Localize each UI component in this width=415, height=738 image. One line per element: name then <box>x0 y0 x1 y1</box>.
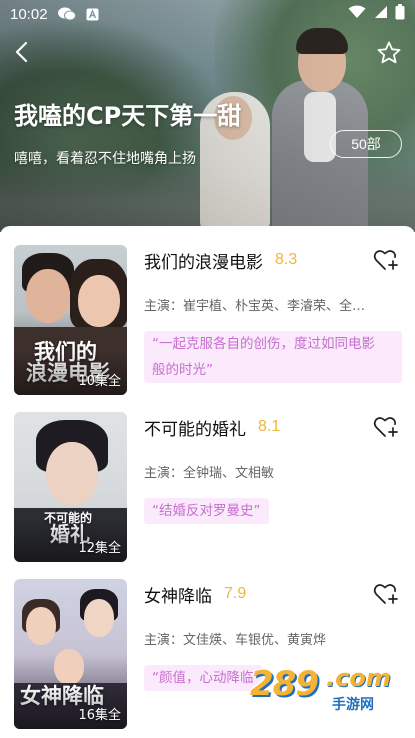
rating: 7.9 <box>224 585 247 602</box>
add-favorite-button[interactable] <box>371 412 401 442</box>
status-time: 10:02 <box>10 5 48 23</box>
wifi-icon <box>348 5 366 23</box>
add-favorite-button[interactable] <box>371 579 401 609</box>
back-button[interactable] <box>8 38 36 66</box>
chat-bubble-icon <box>57 7 76 21</box>
poster-image[interactable]: 不可能的 婚礼 12集全 <box>14 412 127 562</box>
heart-plus-icon <box>373 250 398 270</box>
rating: 8.1 <box>258 418 281 435</box>
page-subtitle: 嘻嘻，看着忍不住地嘴角上扬 <box>14 151 196 167</box>
quote-line: “结婚反对罗曼史” <box>152 503 261 519</box>
quote-line: “一起克服各自的创伤，度过如同电影 <box>152 336 375 352</box>
chevron-left-icon <box>15 41 28 63</box>
star-icon <box>377 41 401 64</box>
poster-face <box>46 442 98 506</box>
title-row: 不可能的婚礼 8.1 <box>144 412 402 442</box>
rating: 8.3 <box>275 251 298 268</box>
page-title: 我嗑的CP天下第一甜 <box>14 102 242 130</box>
app-a-icon <box>86 8 99 21</box>
quote-box: “一起克服各自的创伤，度过如同电影 般的时光” <box>144 331 402 383</box>
favorite-collection-button[interactable] <box>374 38 404 68</box>
quote-box: “结婚反对罗曼史” <box>144 498 269 524</box>
list-item[interactable]: 我们的 浪漫电影 10集全 我们的浪漫电影 8.3 主演：崔宇植、朴宝英、李濬荣… <box>0 245 415 405</box>
poster-face <box>26 607 56 645</box>
watermark-logo: 289 .com 手游网 <box>250 664 398 724</box>
title-row: 女神降临 7.9 <box>144 579 402 609</box>
item-info: 女神降临 7.9 <box>144 579 402 609</box>
poster-image[interactable]: 我们的 浪漫电影 10集全 <box>14 245 127 395</box>
heart-plus-icon <box>373 417 398 437</box>
title-row: 我们的浪漫电影 8.3 <box>144 245 402 275</box>
item-info: 我们的浪漫电影 8.3 <box>144 245 402 275</box>
list-item[interactable]: 不可能的 婚礼 12集全 不可能的婚礼 8.1 主演：全钟瑞、文相敏 “结婚反对… <box>0 412 415 572</box>
drama-title[interactable]: 女神降临 <box>144 582 212 607</box>
signal-icon <box>373 5 388 23</box>
cast-text: 主演：文佳煐、车银优、黄寅烨 <box>144 633 327 648</box>
episode-count: 16集全 <box>78 708 121 723</box>
drama-title[interactable]: 不可能的婚礼 <box>144 415 246 440</box>
poster-face <box>78 275 120 327</box>
poster-face <box>26 269 70 323</box>
watermark-domain: .com <box>326 664 391 692</box>
add-favorite-button[interactable] <box>371 245 401 275</box>
status-bar: 10:02 <box>0 0 415 28</box>
watermark-sub: 手游网 <box>332 697 374 713</box>
cast-text: 主演：全钟瑞、文相敏 <box>144 466 275 481</box>
count-badge[interactable]: 50部 <box>330 130 402 158</box>
episode-count: 12集全 <box>78 541 121 556</box>
poster-face <box>54 649 84 685</box>
quote-box: “颜值，心动降临 <box>144 665 262 691</box>
poster-face <box>84 599 114 637</box>
watermark-number: 289 <box>250 664 319 704</box>
item-info: 不可能的婚礼 8.1 <box>144 412 402 442</box>
hero-banner: 10:02 我嗑的CP天下第一甜 嘻嘻，看着忍不住地嘴角上扬 50部 <box>0 0 415 232</box>
heart-plus-icon <box>373 584 398 604</box>
drama-title[interactable]: 我们的浪漫电影 <box>144 248 263 273</box>
episode-count: 10集全 <box>78 374 121 389</box>
poster-image[interactable]: 女神降临 16集全 <box>14 579 127 729</box>
cast-text: 主演：崔宇植、朴宝英、李濬荣、全… <box>144 299 366 314</box>
quote-line: 般的时光” <box>152 362 213 378</box>
quote-line: “颜值，心动降临 <box>152 670 254 686</box>
drama-list: 我们的 浪漫电影 10集全 我们的浪漫电影 8.3 主演：崔宇植、朴宝英、李濬荣… <box>0 226 415 738</box>
battery-icon <box>395 4 405 24</box>
